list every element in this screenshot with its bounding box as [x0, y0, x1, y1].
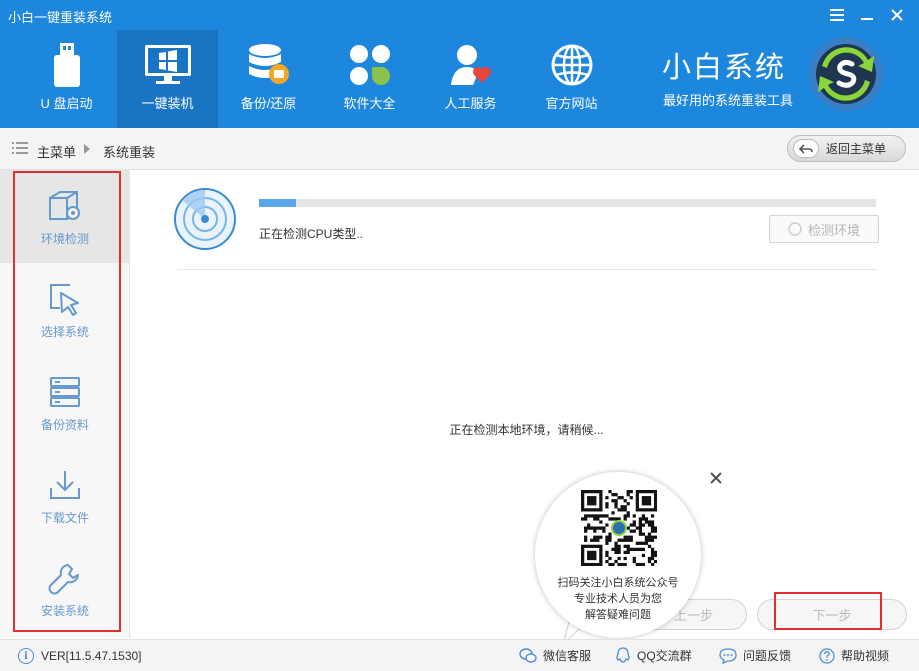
step-label: 安装系统 — [40, 604, 89, 618]
download-icon — [47, 467, 83, 503]
globe-icon — [548, 42, 596, 88]
qr-close-icon[interactable] — [708, 470, 724, 486]
brand-title: 小白系统 — [662, 50, 787, 84]
footer-link-label: 微信客服 — [543, 649, 592, 663]
footer-link-label: 问题反馈 — [743, 649, 792, 663]
step-environment-check[interactable]: 环境检测 — [0, 170, 130, 263]
nav-one-key-install[interactable]: 一键装机 — [117, 30, 218, 128]
top-header: 小白一键重装系统 U 盘启动 一键装机 备份/还原 软件大全 人工服务 官方网站… — [0, 0, 919, 128]
status-cpu-text: 正在检测CPU类型.. — [259, 227, 364, 241]
person-heart-icon — [447, 42, 495, 88]
nav-label: 备份/还原 — [240, 96, 297, 111]
qr-text-line: 专业技术人员为您 — [574, 593, 662, 605]
select-cursor-icon — [47, 281, 83, 317]
breadcrumb-root[interactable]: 主菜单 — [37, 142, 76, 161]
step-install-system[interactable]: 安装系统 — [0, 542, 130, 635]
nav-official-site[interactable]: 官方网站 — [521, 30, 622, 128]
nav-backup-restore[interactable]: 备份/还原 — [218, 30, 319, 128]
back-to-main-button[interactable]: 返回主菜单 — [787, 135, 906, 162]
wechat-icon — [519, 647, 537, 663]
footer-bar: i VER[11.5.47.1530] 微信客服 QQ交流群 问题反馈 帮助视频 — [0, 639, 919, 671]
minimize-icon[interactable] — [856, 4, 878, 26]
feedback-icon — [719, 647, 737, 664]
detect-check-icon — [788, 222, 802, 236]
brand-logo-icon — [808, 36, 884, 112]
footer-wechat-support[interactable]: 微信客服 — [519, 647, 591, 664]
main-nav: U 盘启动 一键装机 备份/还原 软件大全 人工服务 官方网站 — [16, 30, 622, 128]
footer-feedback[interactable]: 问题反馈 — [719, 647, 791, 664]
nav-label: 软件大全 — [343, 96, 396, 111]
database-backup-icon — [245, 42, 293, 88]
nav-software[interactable]: 软件大全 — [319, 30, 420, 128]
back-button-label: 返回主菜单 — [826, 142, 887, 156]
radar-scan-icon — [173, 187, 237, 251]
progress-fill — [259, 199, 297, 207]
brand-subtitle: 最好用的系统重装工具 — [663, 93, 794, 108]
qr-code-image — [581, 490, 657, 566]
nav-manual-service[interactable]: 人工服务 — [420, 30, 521, 128]
detect-environment-button[interactable]: 检测环境 — [769, 215, 879, 243]
usb-drive-icon — [43, 42, 91, 88]
qr-text-line: 扫码关注小白系统公众号 — [557, 577, 679, 589]
detect-button-label: 检测环境 — [807, 222, 860, 238]
footer-qq-group[interactable]: QQ交流群 — [615, 647, 692, 664]
close-icon[interactable] — [886, 4, 908, 26]
version-text: VER[11.5.47.1530] — [41, 649, 142, 663]
wrench-icon — [47, 560, 83, 596]
info-icon: i — [18, 648, 34, 664]
list-menu-icon — [12, 142, 28, 155]
qq-icon — [616, 647, 630, 663]
qr-popup: 扫码关注小白系统公众号 专业技术人员为您 解答疑难问题 — [535, 472, 701, 638]
footer-help-video[interactable]: 帮助视频 — [819, 647, 889, 664]
breadcrumb-arrow-icon — [84, 144, 90, 154]
step-label: 下载文件 — [40, 511, 89, 525]
help-icon — [819, 647, 835, 664]
breadcrumb-current: 系统重装 — [103, 145, 156, 160]
footer-link-label: QQ交流群 — [637, 649, 692, 663]
nav-usb-boot[interactable]: U 盘启动 — [16, 30, 117, 128]
nav-label: 官方网站 — [545, 96, 598, 111]
step-select-system[interactable]: 选择系统 — [0, 263, 130, 356]
environment-check-icon — [47, 188, 83, 224]
breadcrumb: 主菜单 系统重装 返回主菜单 — [0, 128, 919, 170]
nav-label: U 盘启动 — [40, 96, 93, 111]
qr-text-line: 解答疑难问题 — [585, 609, 651, 621]
nav-label: 人工服务 — [444, 96, 497, 111]
apps-grid-icon — [346, 42, 394, 88]
menu-icon[interactable] — [826, 4, 848, 26]
step-label: 环境检测 — [40, 232, 89, 246]
window-title: 小白一键重装系统 — [8, 10, 113, 25]
version-info: i VER[11.5.47.1530] — [18, 648, 142, 664]
progress-bar — [259, 199, 876, 207]
nav-label: 一键装机 — [141, 96, 194, 111]
step-sidebar: 环境检测 选择系统 备份资料 下载文件 安装系统 — [0, 170, 130, 638]
status-local-text: 正在检测本地环境，请稍候... — [449, 423, 604, 437]
step-label: 选择系统 — [40, 325, 89, 339]
divider — [178, 269, 877, 270]
backup-stack-icon — [47, 374, 83, 410]
step-download-files[interactable]: 下载文件 — [0, 449, 130, 542]
footer-link-label: 帮助视频 — [841, 649, 890, 663]
monitor-windows-icon — [144, 42, 192, 88]
return-arrow-icon — [793, 139, 819, 158]
next-step-button[interactable]: 下一步 — [757, 599, 907, 630]
